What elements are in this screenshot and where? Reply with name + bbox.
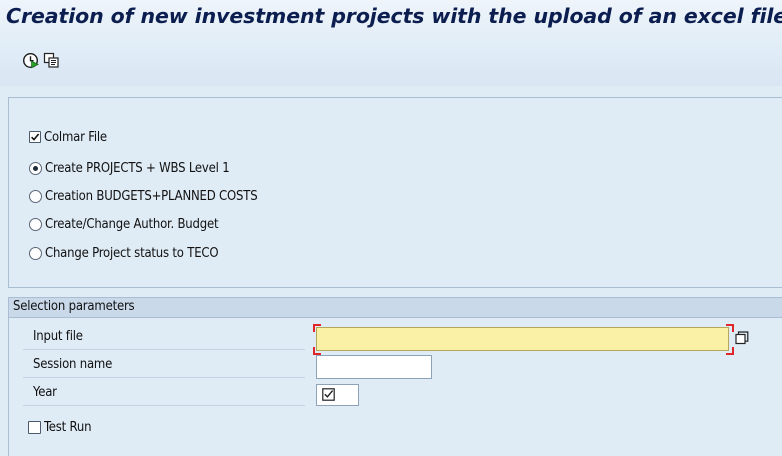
radio-create-projects[interactable]: Create PROJECTS + WBS Level 1 <box>29 158 230 178</box>
year-label: Year <box>33 385 57 400</box>
radio-unselected-icon <box>29 246 42 260</box>
radio-label: Create/Change Author. Budget <box>45 216 219 232</box>
required-marker <box>313 324 321 332</box>
selection-parameters-title: Selection parameters <box>13 299 135 314</box>
title-bar: Creation of new investment projects with… <box>0 0 782 38</box>
session-name-input[interactable] <box>316 355 432 379</box>
checkbox-checked-icon <box>29 131 41 143</box>
radio-creation-budgets[interactable]: Creation BUDGETS+PLANNED COSTS <box>29 186 258 206</box>
selection-parameters-group: Selection parameters Input file Session … <box>8 297 782 456</box>
application-toolbar <box>0 38 782 87</box>
colmar-file-label: Colmar File <box>44 129 107 145</box>
radio-create-change-budget[interactable]: Create/Change Author. Budget <box>29 214 219 234</box>
year-input[interactable] <box>316 384 359 406</box>
selection-parameters-header: Selection parameters <box>9 298 782 318</box>
radio-label: Creation BUDGETS+PLANNED COSTS <box>45 188 258 204</box>
year-row: Year <box>23 381 782 406</box>
radio-unselected-icon <box>29 189 42 203</box>
radio-unselected-icon <box>29 217 42 231</box>
input-file-field[interactable] <box>316 327 729 351</box>
execute-icon <box>22 52 39 73</box>
page-title: Creation of new investment projects with… <box>6 4 782 28</box>
radio-selected-icon <box>29 161 42 175</box>
value-help-button[interactable] <box>733 330 751 348</box>
colmar-file-checkbox[interactable]: Colmar File <box>29 127 107 147</box>
radio-label: Change Project status to TECO <box>45 245 219 261</box>
main-area: Colmar File Create PROJECTS + WBS Level … <box>0 86 782 456</box>
test-run-checkbox[interactable]: Test Run <box>28 417 91 437</box>
checkbox-unchecked-icon <box>28 420 41 434</box>
copy-variant-button[interactable] <box>41 52 61 72</box>
options-group: Colmar File Create PROJECTS + WBS Level … <box>8 97 782 288</box>
execute-button[interactable] <box>20 52 40 72</box>
session-name-label: Session name <box>33 357 113 372</box>
value-help-icon <box>735 330 749 349</box>
test-run-label: Test Run <box>44 419 92 435</box>
radio-change-status-teco[interactable]: Change Project status to TECO <box>29 243 219 263</box>
radio-label: Create PROJECTS + WBS Level 1 <box>45 160 230 176</box>
copy-icon <box>43 52 60 73</box>
checkbox-checked-icon <box>322 388 335 401</box>
input-file-label: Input file <box>33 329 83 344</box>
